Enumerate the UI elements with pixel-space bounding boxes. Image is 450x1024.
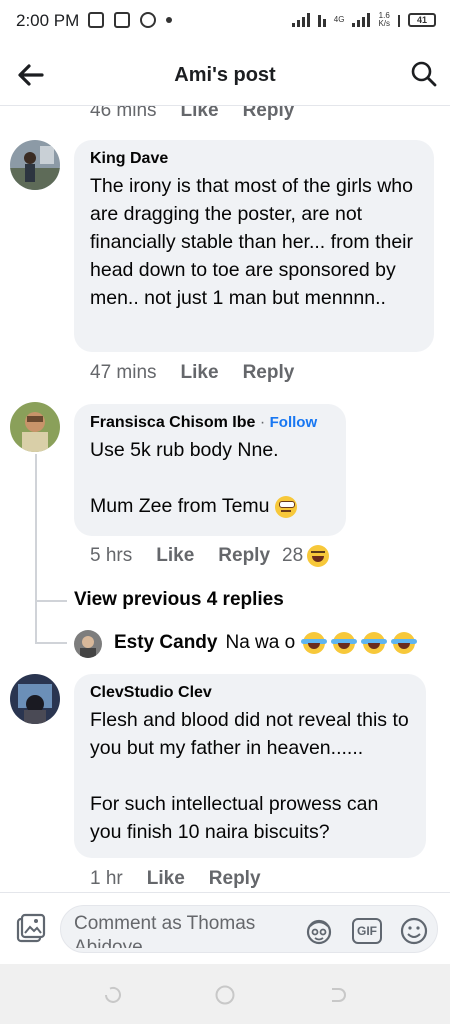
avatar[interactable] [10, 674, 60, 724]
like-button[interactable]: Like [181, 362, 219, 384]
net-speed: 1.6 K/s [378, 11, 390, 28]
comment-bubble[interactable]: King Dave The irony is that most of the … [74, 140, 434, 352]
laughing-emoji-icon [307, 545, 330, 567]
comment-input[interactable]: Comment as Thomas Abidoye GIF [60, 905, 438, 953]
reply-button[interactable]: Reply [243, 106, 295, 122]
tears-of-joy-icon [331, 632, 358, 654]
status-time: 2:00 PM [16, 11, 80, 30]
view-previous-replies-link[interactable]: View previous 4 replies [74, 589, 284, 611]
gif-button[interactable]: GIF [352, 918, 382, 944]
data-arrows-icon [317, 13, 326, 27]
reply-preview[interactable]: Esty Candy Na wa o [114, 632, 418, 654]
like-button[interactable]: Like [156, 545, 194, 567]
home-icon[interactable] [214, 984, 236, 1006]
reply-button[interactable]: Reply [243, 362, 295, 384]
document-icon [88, 12, 104, 28]
comment-composer: Comment as Thomas Abidoye GIF [0, 892, 450, 964]
back-nav-icon[interactable] [326, 984, 348, 1006]
signal-icon [291, 13, 310, 27]
reaction-count: 28 [282, 545, 304, 566]
comment-time: 5 hrs [90, 545, 133, 566]
avatar-sticker-icon[interactable] [304, 916, 334, 946]
notification-icons [88, 12, 172, 28]
comment-author[interactable]: Fransisca Chisom Ibe [90, 414, 255, 431]
battery-icon: 41 [408, 13, 436, 27]
comment-text: Use 5k rub body Nne. Mum Zee from Temu [90, 436, 330, 520]
photo-icon[interactable] [14, 913, 46, 945]
reply-author[interactable]: Esty Candy [114, 632, 217, 654]
comment-meta: 1 hr Like Reply [90, 868, 285, 890]
comment-text: The irony is that most of the girls who … [90, 175, 413, 309]
system-icons: 4G 1.6 K/s 41 [291, 11, 436, 28]
more-dot-icon [166, 17, 172, 23]
thread-connector [35, 600, 67, 602]
separator: · [259, 414, 266, 431]
page-title: Ami's post [174, 64, 276, 86]
comment-author[interactable]: ClevStudio Clev [90, 684, 410, 702]
recent-apps-icon[interactable] [102, 984, 124, 1006]
search-icon[interactable] [410, 60, 438, 88]
comments-feed[interactable]: 46 mins Like Reply King Dave The irony i… [0, 106, 450, 892]
follow-button[interactable]: Follow [270, 414, 318, 431]
news-icon [114, 12, 130, 28]
comment-text: Flesh and blood did not reveal this to y… [90, 709, 409, 843]
comment-input-placeholder: Comment as Thomas Abidoye [74, 913, 256, 948]
comment-meta: 47 mins Like Reply [90, 362, 318, 384]
comment-author-line: Fransisca Chisom Ibe · Follow [90, 414, 330, 432]
tears-of-joy-icon [301, 632, 328, 654]
comment-meta-previous: 46 mins Like Reply [90, 106, 318, 122]
avatar[interactable] [74, 630, 102, 658]
comment-bubble[interactable]: ClevStudio Clev Flesh and blood did not … [74, 674, 426, 858]
thread-line [35, 454, 37, 642]
comment-author[interactable]: King Dave [90, 150, 418, 168]
like-button[interactable]: Like [181, 106, 219, 122]
comment-time: 1 hr [90, 868, 123, 889]
comment-bubble[interactable]: Fransisca Chisom Ibe · Follow Use 5k rub… [74, 404, 346, 536]
app-header: Ami's post [0, 44, 450, 106]
system-navigation-bar [0, 964, 450, 1024]
like-button[interactable]: Like [147, 868, 185, 890]
reply-button[interactable]: Reply [218, 545, 270, 567]
face-with-rolling-eyes-icon [274, 495, 297, 518]
status-bar: 2:00 PM 4G 1.6 K/s 41 [0, 0, 450, 44]
threads-icon [140, 12, 156, 28]
signal-2-icon [352, 13, 371, 27]
comment-meta: 5 hrs Like Reply 28 [90, 545, 330, 567]
emoji-icon[interactable] [399, 916, 429, 946]
avatar[interactable] [10, 402, 60, 452]
reply-button[interactable]: Reply [209, 868, 261, 890]
charging-icon [398, 13, 400, 27]
thread-connector [35, 642, 67, 644]
tears-of-joy-icon [391, 632, 418, 654]
comment-time: 47 mins [90, 362, 157, 383]
reply-text: Na wa o [225, 632, 296, 653]
network-type: 4G [333, 15, 345, 24]
reaction-summary[interactable]: 28 [282, 545, 330, 567]
avatar[interactable] [10, 140, 60, 190]
tears-of-joy-icon [361, 632, 388, 654]
